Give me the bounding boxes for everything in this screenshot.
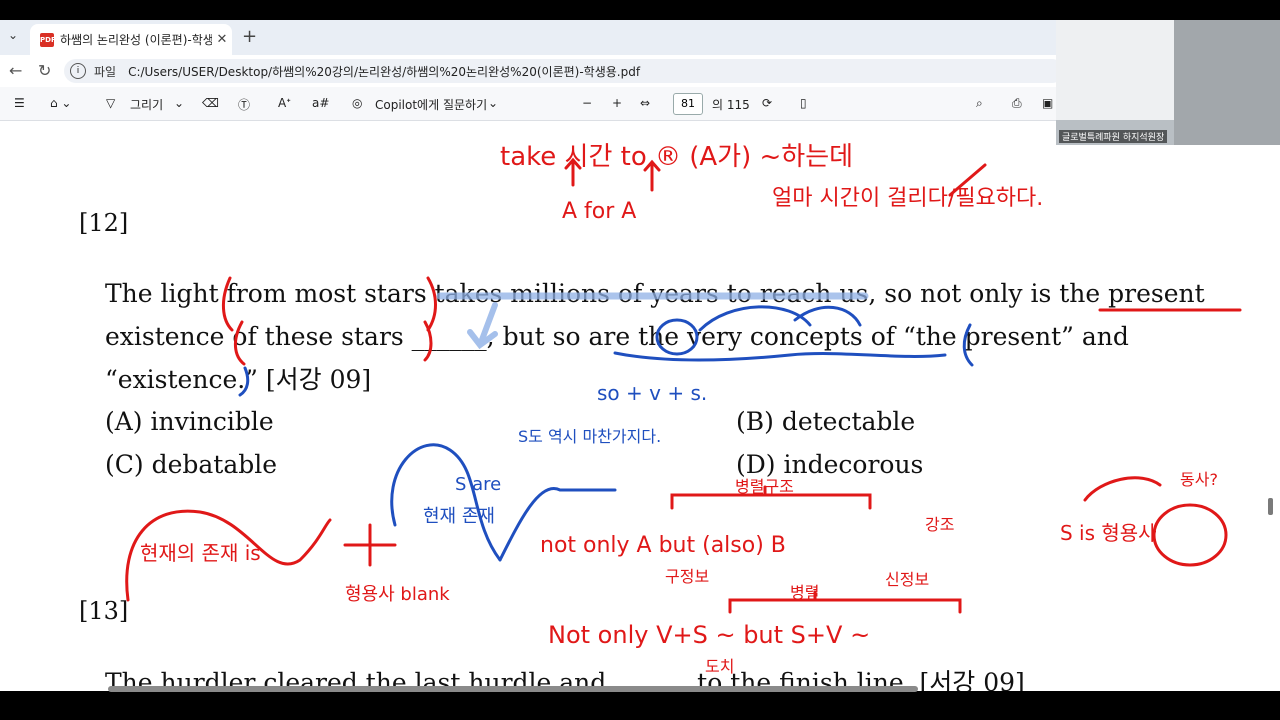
choice-c: (C) debatable [105,450,278,479]
print-icon[interactable]: ⎙ [1012,96,1022,111]
choice-b: (B) detectable [736,407,916,436]
contents-icon[interactable]: ☰ [14,96,25,110]
tab-search-icon[interactable]: ⌄ [8,28,18,42]
fit-width-icon[interactable]: ⇔ [640,96,650,110]
rotate-icon[interactable]: ⟳ [762,96,772,110]
zoom-out-icon[interactable]: − [582,96,592,110]
eraser-icon[interactable]: ⌫ [202,96,219,110]
address-bar[interactable]: i 파일 C:/Users/USER/Desktop/하쌤의%20강의/논리완성… [64,59,1064,83]
pdf-page: [12] The light from most stars takes mil… [0,121,1280,691]
info-icon[interactable]: i [70,63,86,79]
bottom-black-bar [0,697,1280,720]
tab-title: 하쌤의 논리완성 (이론편)-학생용.p [60,33,212,47]
pdf-icon: PDF [40,32,56,47]
vertical-scrollbar[interactable] [1268,498,1273,515]
horizontal-scrollbar[interactable] [108,686,918,692]
copilot-icon[interactable]: ◎ [352,96,362,110]
chevron-down-icon[interactable]: ⌄ [174,96,184,110]
translate-icon[interactable]: a# [312,96,329,110]
url-label: 파일 [94,64,117,79]
webcam-caption: 글로벌특례파원 하지석원장 [1059,130,1168,143]
choice-d: (D) indecorous [736,450,924,479]
read-aloud-icon[interactable]: Aᐩ [278,96,291,110]
question-12-line-2: existence of these stars ______, but so … [105,322,1129,351]
choice-a: (A) invincible [105,407,274,436]
whiteboard-background [1056,20,1174,120]
presenter-video [1174,20,1280,145]
copilot-label[interactable]: Copilot에게 질문하기 [375,96,487,113]
back-icon[interactable]: ← [9,61,22,80]
zoom-in-icon[interactable]: + [612,96,622,110]
question-12-line-1: The light from most stars takes millions… [105,279,1205,308]
chevron-down-icon[interactable]: ⌄ [488,96,498,110]
draw-label[interactable]: 그리기 [130,96,163,113]
page-number-input[interactable]: 81 [673,93,703,115]
highlight-icon[interactable]: ⌂ ⌄ [50,96,72,110]
question-13-number: [13] [79,597,129,625]
text-box-icon[interactable]: Ⓣ [238,96,250,113]
close-icon[interactable]: ✕ [212,32,232,47]
question-12-number: [12] [79,209,129,237]
save-icon[interactable]: ▣ [1042,96,1053,110]
page-total: 의 115 [712,98,750,112]
draw-icon[interactable]: ▽ [106,96,115,110]
url-text: C:/Users/USER/Desktop/하쌤의%20강의/논리완성/하쌤의%… [128,64,641,79]
top-black-bar [0,0,1280,20]
new-tab-icon[interactable]: + [242,26,257,47]
tab-pdf[interactable]: PDF 하쌤의 논리완성 (이론편)-학생용.p ✕ [30,24,232,55]
question-12-line-3: “existence.” [서강 09] [105,365,372,394]
webcam-overlay: 글로벌특례파원 하지석원장 [1056,20,1280,145]
reload-icon[interactable]: ↻ [38,61,51,80]
search-icon[interactable]: ⌕ [976,96,983,111]
page-view-icon[interactable]: ▯ [800,96,807,110]
